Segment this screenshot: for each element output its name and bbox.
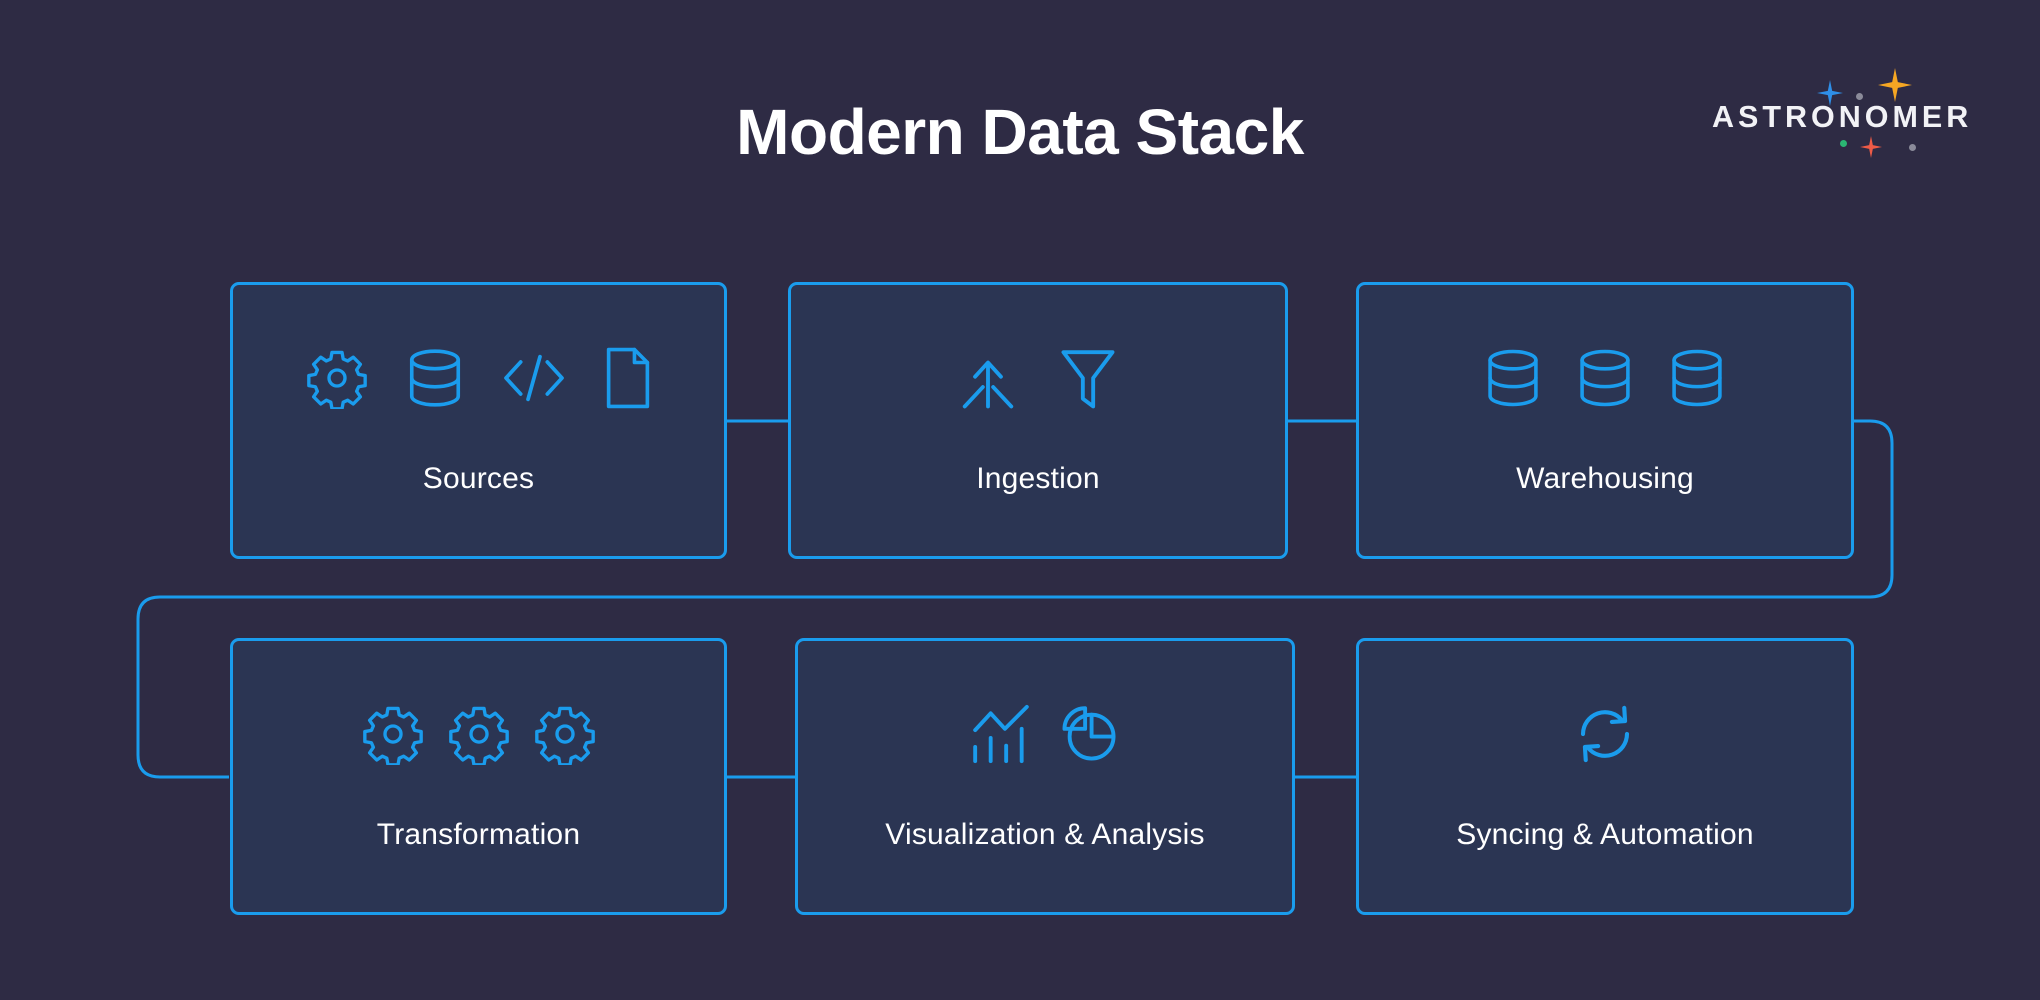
card-syncing[interactable]: Syncing & Automation: [1356, 638, 1854, 915]
page-title: Modern Data Stack: [736, 96, 1304, 168]
card-syncing-icons: [1359, 698, 1851, 770]
card-transformation-icons: [233, 698, 724, 770]
card-sources-label: Sources: [422, 462, 535, 495]
code-brackets-icon: [503, 354, 564, 402]
database-icon: [1580, 349, 1630, 407]
diagram-canvas: ASTRONOMER Modern Data Stack Sources Ing…: [0, 0, 2040, 1000]
card-transformation-label: Transformation: [376, 818, 581, 851]
document-icon: [606, 347, 649, 409]
merge-arrow-icon: [962, 360, 1014, 409]
bar-chart-trend-icon: [973, 704, 1029, 764]
funnel-filter-icon: [1061, 350, 1115, 409]
card-warehousing[interactable]: Warehousing: [1356, 282, 1854, 559]
database-icon: [1672, 349, 1722, 407]
card-sources[interactable]: Sources: [230, 282, 727, 559]
gear-icon: [534, 706, 595, 765]
database-icon: [409, 349, 460, 407]
card-warehousing-icons: [1359, 342, 1851, 414]
gear-icon: [448, 706, 509, 765]
gear-icon: [306, 350, 367, 409]
card-syncing-label: Syncing & Automation: [1456, 818, 1754, 851]
pie-chart-icon: [1062, 706, 1116, 761]
card-sources-icons: [233, 342, 724, 414]
card-warehousing-label: Warehousing: [1516, 462, 1694, 495]
card-transformation[interactable]: Transformation: [230, 638, 727, 915]
card-ingestion-icons: [791, 342, 1285, 414]
card-ingestion[interactable]: Ingestion: [788, 282, 1288, 559]
card-ingestion-label: Ingestion: [976, 462, 1100, 495]
sync-refresh-icon: [1580, 705, 1630, 763]
card-visualization-label: Visualization & Analysis: [885, 818, 1205, 851]
card-visualization-icons: [798, 698, 1292, 770]
gear-icon: [362, 706, 423, 765]
card-visualization[interactable]: Visualization & Analysis: [795, 638, 1295, 915]
database-icon: [1488, 349, 1538, 407]
